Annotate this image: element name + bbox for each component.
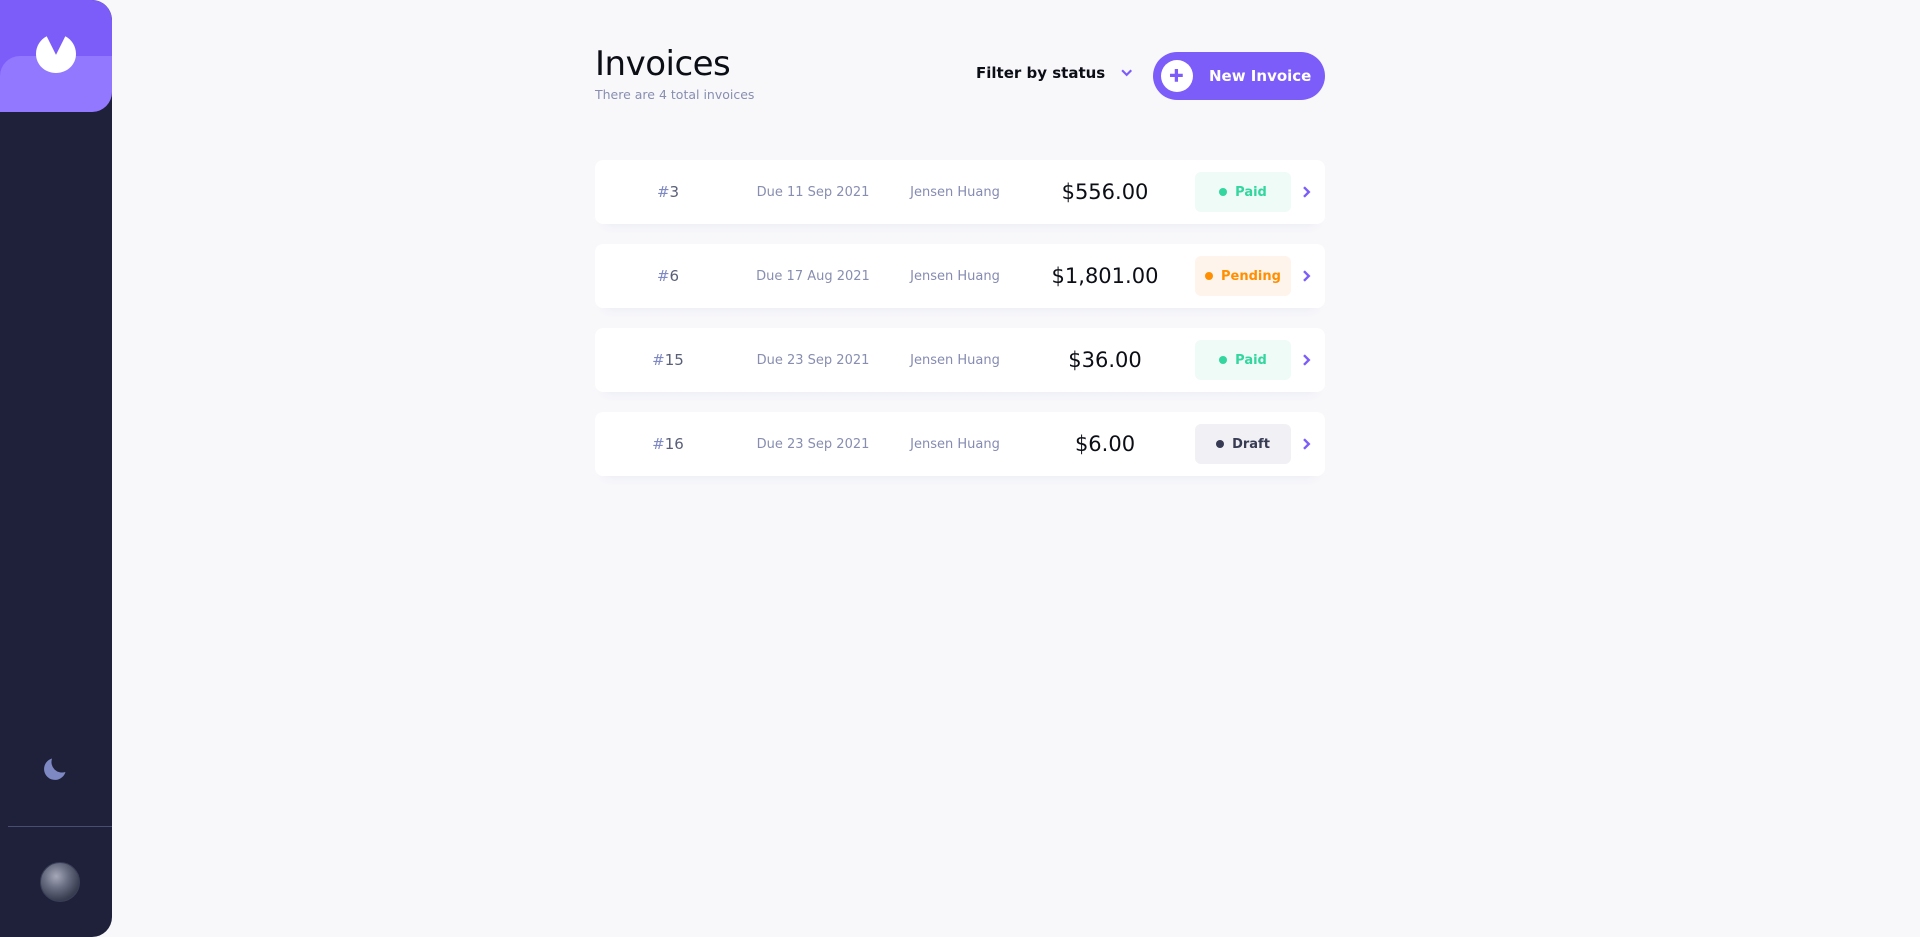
filter-by-status-dropdown[interactable]: Filter by status [976, 64, 1133, 82]
invoice-list: #3 Due 11 Sep 2021 Jensen Huang $556.00 … [595, 160, 1325, 496]
invoice-due-date: Due 11 Sep 2021 [756, 184, 870, 200]
status-badge: Paid [1195, 172, 1291, 212]
invoice-id-hash: # [652, 351, 665, 369]
logo-icon [36, 36, 76, 73]
invoices-header: Invoices There are 4 total invoices Filt… [595, 44, 1325, 114]
invoice-id-number: 15 [664, 351, 684, 369]
invoice-client-name: Jensen Huang [910, 184, 1000, 200]
theme-toggle[interactable] [44, 758, 68, 782]
chevron-right-icon [1303, 270, 1311, 282]
invoice-due-date: Due 23 Sep 2021 [756, 352, 870, 368]
invoice-id: #16 [645, 412, 691, 476]
status-badge: Pending [1195, 256, 1291, 296]
sidebar [0, 0, 112, 937]
invoice-client-name: Jensen Huang [910, 268, 1000, 284]
invoice-amount: $36.00 [1068, 348, 1142, 372]
chevron-right-icon [1303, 438, 1311, 450]
app-logo[interactable] [0, 0, 112, 112]
plus-icon [1170, 69, 1183, 82]
status-label: Paid [1235, 352, 1267, 368]
filter-label: Filter by status [976, 64, 1106, 82]
invoice-id: #3 [645, 160, 691, 224]
invoice-client-name: Jensen Huang [910, 436, 1000, 452]
invoice-count-text: There are 4 total invoices [595, 87, 755, 102]
main-content: Invoices There are 4 total invoices Filt… [595, 44, 1325, 476]
invoice-id-number: 3 [669, 183, 680, 201]
invoice-row[interactable]: #3 Due 11 Sep 2021 Jensen Huang $556.00 … [595, 160, 1325, 224]
status-dot [1219, 356, 1228, 364]
status-dot [1205, 272, 1214, 280]
invoice-id: #6 [645, 244, 691, 308]
invoice-amount: $1,801.00 [1051, 264, 1159, 288]
invoice-client-name: Jensen Huang [910, 352, 1000, 368]
status-badge: Draft [1195, 424, 1291, 464]
page-title: Invoices [595, 44, 731, 84]
status-dot [1216, 440, 1225, 448]
user-avatar[interactable] [40, 862, 80, 902]
invoice-id-hash: # [652, 435, 665, 453]
invoice-due-date: Due 17 Aug 2021 [756, 268, 870, 284]
invoice-id-hash: # [656, 267, 670, 285]
invoice-id-number: 16 [664, 435, 684, 453]
status-label: Draft [1232, 436, 1270, 452]
status-badge: Paid [1195, 340, 1291, 380]
plus-circle [1161, 60, 1193, 92]
status-label: Pending [1221, 268, 1281, 284]
new-invoice-label: New Invoice [1209, 67, 1312, 85]
invoice-amount: $556.00 [1061, 180, 1149, 204]
new-invoice-button[interactable]: New Invoice [1153, 52, 1325, 100]
sidebar-divider [8, 826, 112, 827]
invoice-due-date: Due 23 Sep 2021 [756, 436, 870, 452]
invoice-id-hash: # [656, 183, 670, 201]
invoice-id-number: 6 [669, 267, 680, 285]
chevron-right-icon [1303, 354, 1311, 366]
chevron-right-icon [1303, 186, 1311, 198]
status-dot [1219, 188, 1228, 196]
invoice-id: #15 [645, 328, 691, 392]
invoice-row[interactable]: #15 Due 23 Sep 2021 Jensen Huang $36.00 … [595, 328, 1325, 392]
invoice-amount: $6.00 [1074, 432, 1136, 456]
status-label: Paid [1235, 184, 1267, 200]
invoice-row[interactable]: #16 Due 23 Sep 2021 Jensen Huang $6.00 D… [595, 412, 1325, 476]
chevron-down-icon [1121, 69, 1133, 77]
moon-icon [44, 758, 66, 780]
invoice-row[interactable]: #6 Due 17 Aug 2021 Jensen Huang $1,801.0… [595, 244, 1325, 308]
